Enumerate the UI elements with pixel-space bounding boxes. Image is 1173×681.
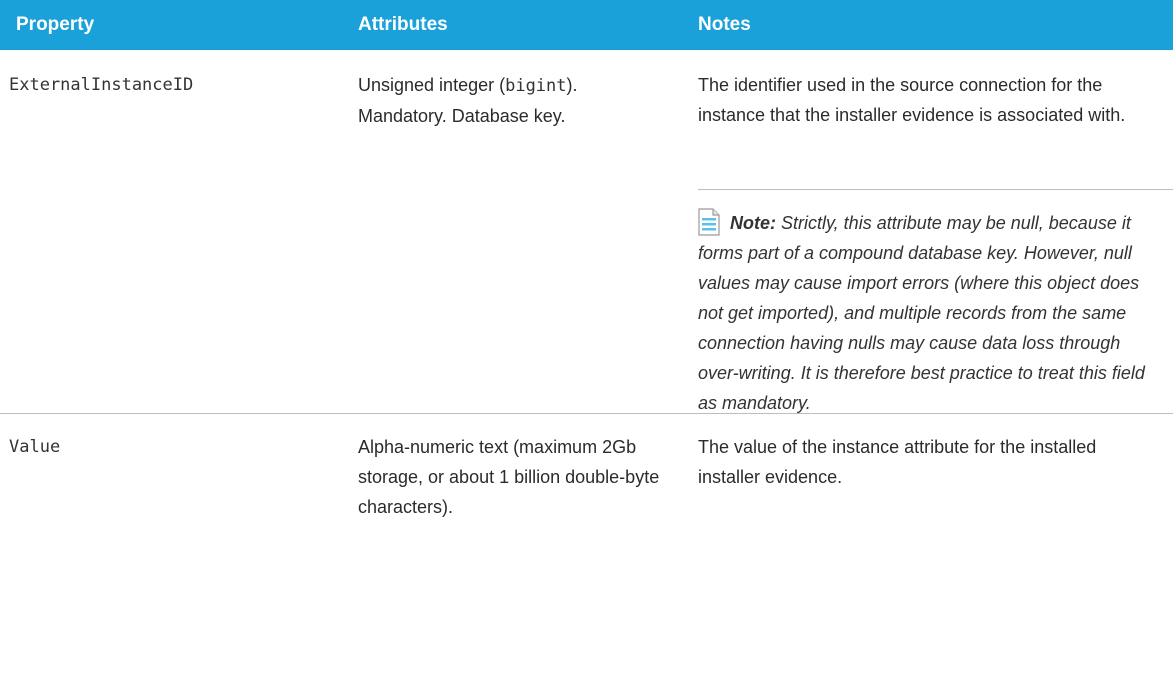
table-header: Property Attributes Notes bbox=[0, 0, 1173, 50]
table-row: Value Alpha-numeric text (maximum 2Gb st… bbox=[0, 414, 1173, 681]
property-name: ExternalInstanceID bbox=[9, 75, 194, 95]
notes-text: The identifier used in the source connec… bbox=[698, 75, 1126, 125]
notes-text: The value of the instance attribute for … bbox=[698, 437, 1097, 487]
column-header-notes: Notes bbox=[698, 14, 751, 35]
note-label: Note: bbox=[730, 213, 776, 233]
attributes-text: Alpha-numeric text (maximum 2Gb storage,… bbox=[358, 437, 660, 517]
properties-table: Property Attributes Notes ExternalInstan… bbox=[0, 0, 1173, 681]
attributes-code: bigint bbox=[505, 76, 567, 96]
property-name: Value bbox=[9, 437, 61, 457]
attributes-text: Unsigned integer ( bbox=[358, 75, 506, 95]
note-callout: Note: Strictly, this attribute may be nu… bbox=[698, 208, 1148, 418]
attributes-cell: Unsigned integer (bigint). Mandatory. Da… bbox=[358, 70, 668, 131]
column-header-property: Property bbox=[16, 14, 95, 35]
note-body: Strictly, this attribute may be null, be… bbox=[698, 213, 1145, 413]
column-header-attributes: Attributes bbox=[358, 14, 448, 35]
note-divider bbox=[698, 189, 1173, 190]
table-row: ExternalInstanceID Unsigned integer (big… bbox=[0, 50, 1173, 413]
